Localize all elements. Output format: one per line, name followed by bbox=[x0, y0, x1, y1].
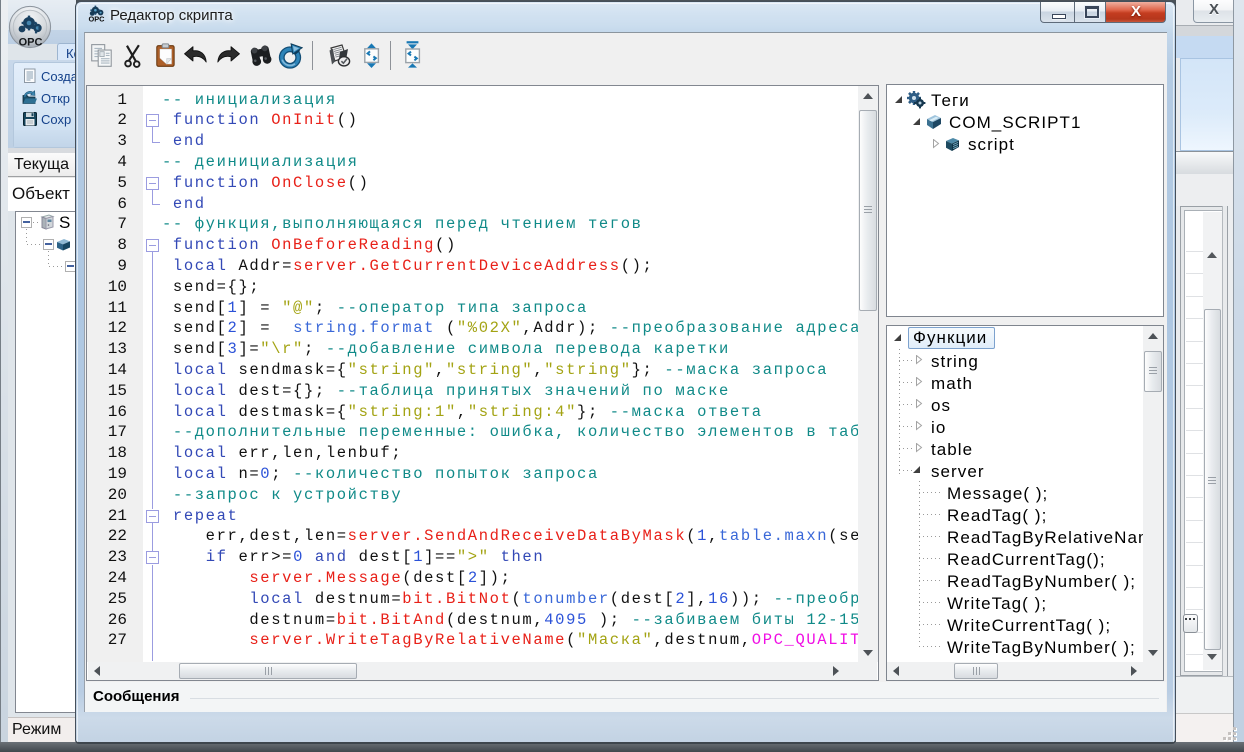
svg-text:OPC: OPC bbox=[88, 15, 105, 24]
svg-text:OPC: OPC bbox=[19, 37, 43, 49]
